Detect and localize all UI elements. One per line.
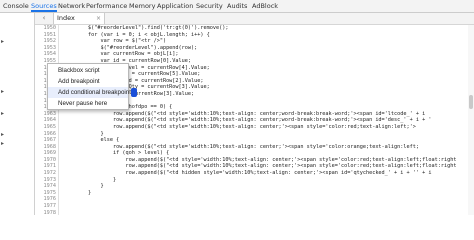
code-text: } bbox=[63, 189, 92, 196]
tab-memory[interactable]: Memory bbox=[129, 0, 155, 12]
chevron-left-icon[interactable]: ‹ bbox=[39, 14, 49, 23]
devtools-tab-bar: Console Sources Network Performance Memo… bbox=[0, 0, 474, 13]
line-number[interactable]: 1953 bbox=[35, 45, 57, 52]
tab-audits[interactable]: Audits bbox=[227, 0, 247, 12]
code-line[interactable]: 1974 } bbox=[35, 183, 470, 190]
code-line[interactable]: 1968 row.append($("<td style='width:10%;… bbox=[35, 144, 470, 151]
code-line[interactable]: 1963 row.append($("<td style='width:10%;… bbox=[35, 111, 470, 118]
code-line[interactable]: 1975 } bbox=[35, 190, 470, 197]
code-text: $("#reorderLevel").append(row); bbox=[63, 44, 198, 51]
line-number[interactable]: 1978 bbox=[35, 210, 57, 215]
code-line[interactable]: 1976 bbox=[35, 196, 470, 203]
code-line[interactable]: 1978 bbox=[35, 210, 470, 215]
code-line[interactable]: 1965 row.append($("<td style='width:10%;… bbox=[35, 124, 470, 131]
line-number[interactable]: 1968 bbox=[35, 144, 57, 151]
code-text: var currentRow = objL[i]; bbox=[63, 51, 179, 58]
code-text: else { bbox=[63, 137, 120, 144]
line-number[interactable]: 1969 bbox=[35, 150, 57, 157]
code-line[interactable]: 1951 for (var i = 0; i < objL.length; i+… bbox=[35, 32, 470, 39]
menu-item-never-pause-here[interactable]: Never pause here bbox=[48, 98, 128, 109]
code-text: row.append($("<td style='width:10%;text-… bbox=[63, 163, 457, 170]
tab-sources[interactable]: Sources bbox=[31, 0, 57, 12]
line-number[interactable]: 1967 bbox=[35, 137, 57, 144]
menu-item-add-breakpoint[interactable]: Add breakpoint bbox=[48, 76, 128, 87]
tree-arrow-icon[interactable]: ▸ bbox=[1, 111, 7, 117]
tab-console[interactable]: Console bbox=[3, 0, 29, 12]
code-line[interactable]: 1970 row.append($("<td style='width:10%;… bbox=[35, 157, 470, 164]
code-line[interactable]: 1971 row.append($("<td style='width:10%;… bbox=[35, 163, 470, 170]
tab-file-index[interactable]: Index × bbox=[53, 13, 105, 24]
code-line[interactable]: 1973 } bbox=[35, 177, 470, 184]
code-text: row.append($("<td style='width:10%;text-… bbox=[63, 143, 420, 150]
close-icon[interactable]: × bbox=[96, 13, 101, 24]
line-number[interactable]: 1974 bbox=[35, 183, 57, 190]
code-text: $("#reorderLevel").find('tr:gt(0)').remo… bbox=[63, 25, 229, 31]
tree-arrow-icon[interactable]: ▸ bbox=[1, 132, 7, 138]
tab-application[interactable]: Application bbox=[157, 0, 193, 12]
code-line[interactable]: 1953 $("#reorderLevel").append(row); bbox=[35, 45, 470, 52]
code-text: } bbox=[63, 130, 104, 137]
file-tab-label: Index bbox=[57, 14, 75, 22]
code-line[interactable]: 1969 if (qoh > level) { bbox=[35, 150, 470, 157]
code-line[interactable]: 1977 bbox=[35, 203, 470, 210]
line-number[interactable]: 1950 bbox=[35, 25, 57, 32]
editor-tab-strip: ‹ Index × bbox=[35, 13, 474, 25]
code-text: } bbox=[63, 176, 117, 183]
line-number[interactable]: 1972 bbox=[35, 170, 57, 177]
code-line[interactable]: 1950 $("#reorderLevel").find('tr:gt(0)')… bbox=[35, 25, 470, 32]
line-number[interactable]: 1952 bbox=[35, 38, 57, 45]
tab-adblock[interactable]: AdBlock bbox=[252, 0, 278, 12]
gutter-context-menu: Blackbox script Add breakpoint Add condi… bbox=[47, 63, 136, 110]
line-number[interactable]: 1963 bbox=[35, 111, 57, 118]
tab-network[interactable]: Network bbox=[58, 0, 85, 12]
line-number[interactable]: 1964 bbox=[35, 117, 57, 124]
line-number[interactable]: 1954 bbox=[35, 51, 57, 58]
code-text: row.append($("<td style='width:10%;text-… bbox=[63, 156, 457, 163]
code-line[interactable]: 1954 var currentRow = objL[i]; bbox=[35, 51, 470, 58]
tree-arrow-icon[interactable]: ▸ bbox=[1, 39, 7, 45]
cursor-marker bbox=[131, 88, 137, 97]
code-text: row.append($("<td style='width:10%;text-… bbox=[63, 123, 416, 130]
code-line[interactable]: 1952 var row = $("<tr />") bbox=[35, 38, 470, 45]
line-number[interactable]: 1977 bbox=[35, 203, 57, 210]
line-number[interactable]: 1975 bbox=[35, 190, 57, 197]
line-number[interactable]: 1970 bbox=[35, 157, 57, 164]
code-line[interactable]: 1964 row.append($("<td style='width:10%;… bbox=[35, 117, 470, 124]
code-editor[interactable]: 1950 $("#reorderLevel").find('tr:gt(0)')… bbox=[35, 25, 470, 215]
code-text: } bbox=[63, 183, 104, 190]
code-text: row.append($("<td hidden style='width:10… bbox=[63, 170, 432, 177]
tree-arrow-icon[interactable]: ▸ bbox=[1, 141, 7, 147]
code-text: var row = $("<tr />") bbox=[63, 38, 167, 45]
tab-security[interactable]: Security bbox=[196, 0, 223, 12]
scrollbar-thumb[interactable] bbox=[469, 95, 473, 109]
code-text: if (qoh > level) { bbox=[63, 150, 170, 157]
tree-arrow-icon[interactable]: ▸ bbox=[1, 89, 7, 95]
editor-scrollbar[interactable] bbox=[468, 25, 474, 215]
menu-item-blackbox-script[interactable]: Blackbox script bbox=[48, 65, 128, 76]
line-number[interactable]: 1965 bbox=[35, 124, 57, 131]
menu-item-add-conditional-breakpoint[interactable]: Add conditional breakpoint... bbox=[48, 87, 136, 98]
code-text: for (var i = 0; i < objL.length; i++) { bbox=[63, 31, 210, 38]
navigator-panel: ▸ ▸ ▸ ▸ ▸ bbox=[0, 13, 35, 215]
code-line[interactable]: 1972 row.append($("<td hidden style='wid… bbox=[35, 170, 470, 177]
line-number[interactable]: 1966 bbox=[35, 131, 57, 138]
line-number[interactable]: 1951 bbox=[35, 32, 57, 39]
code-text: row.append($("<td style='width:10%;text-… bbox=[63, 117, 432, 124]
line-number[interactable]: 1973 bbox=[35, 177, 57, 184]
line-number[interactable]: 1971 bbox=[35, 163, 57, 170]
line-number[interactable]: 1976 bbox=[35, 196, 57, 203]
code-line[interactable]: 1967 else { bbox=[35, 137, 470, 144]
tab-performance[interactable]: Performance bbox=[86, 0, 127, 12]
code-text: row.append($("<td style='width:10%;text-… bbox=[63, 110, 426, 117]
code-line[interactable]: 1966 } bbox=[35, 131, 470, 138]
